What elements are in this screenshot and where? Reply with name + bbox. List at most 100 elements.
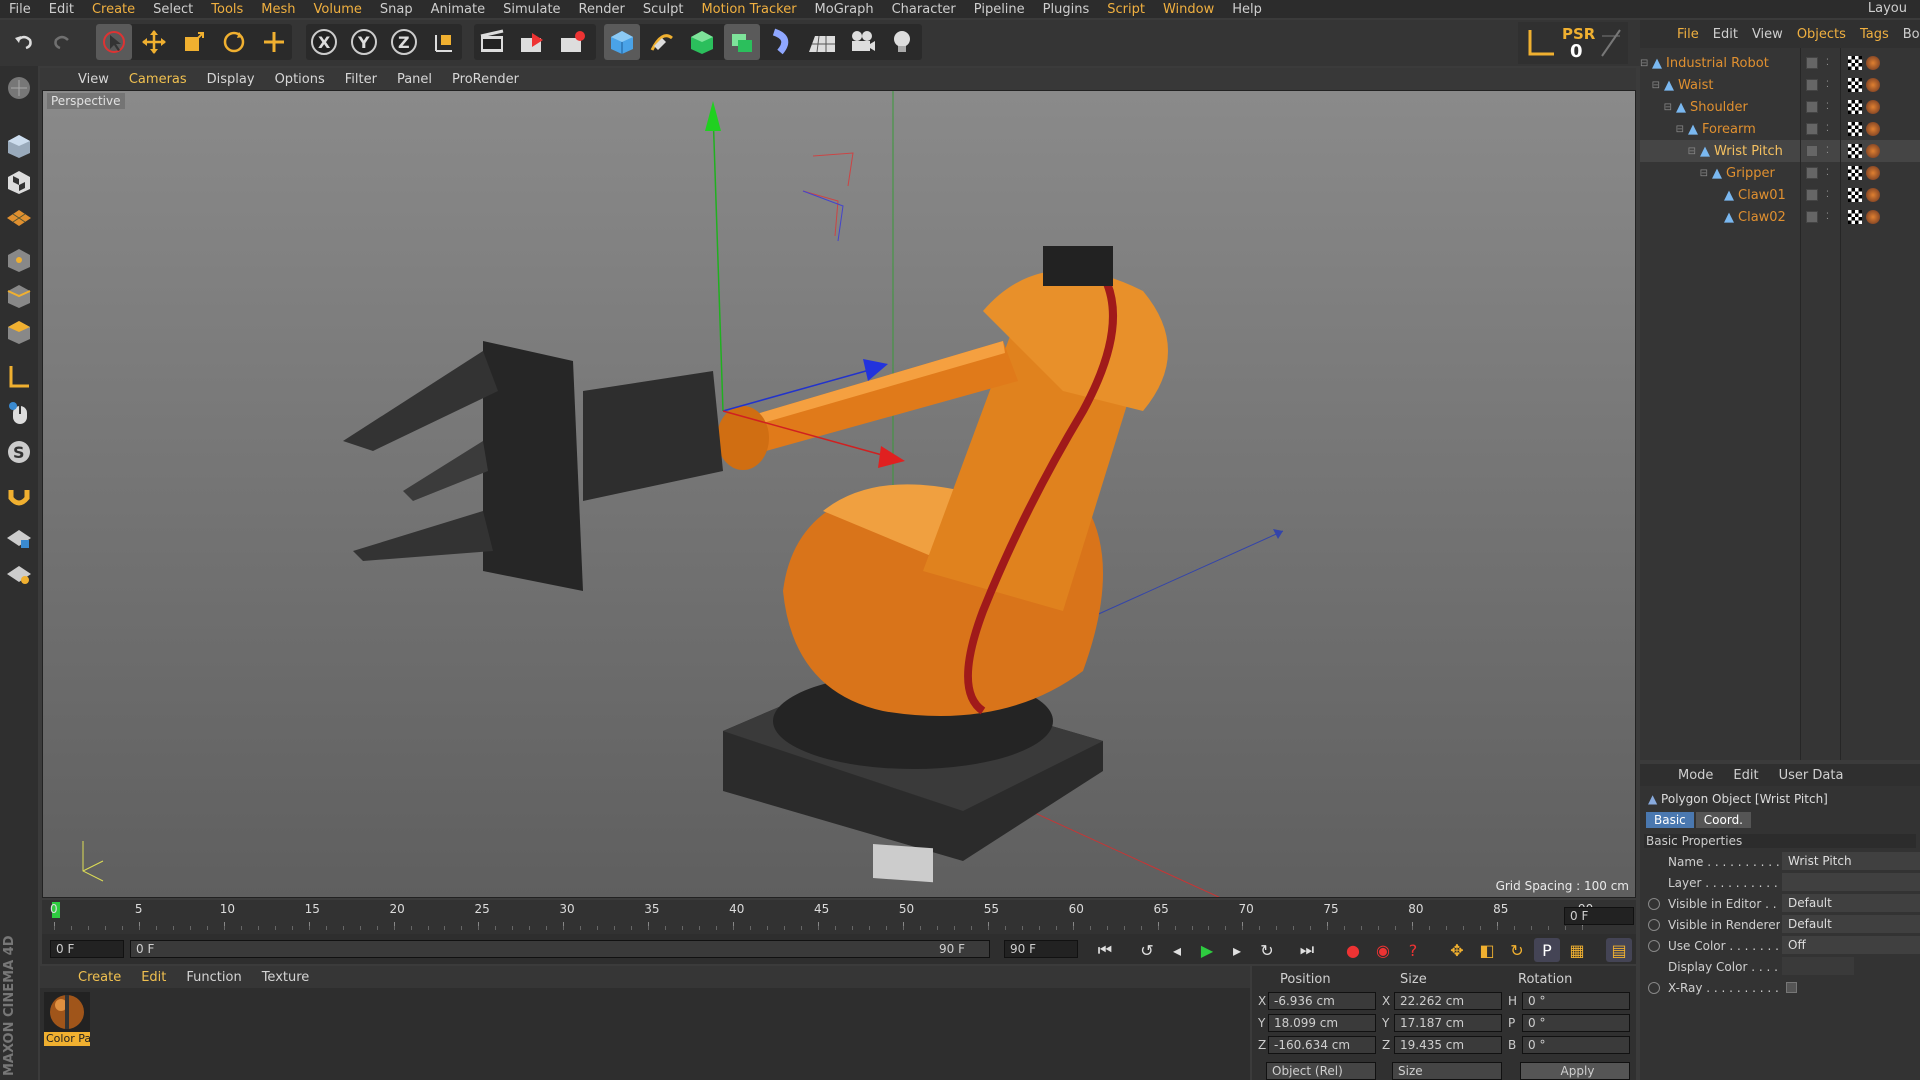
tree-expander-icon[interactable]: ⊟ (1640, 58, 1648, 69)
psr-widget[interactable]: PSR 0 (1518, 22, 1628, 64)
visibility-dots-icon[interactable]: ⁚ (1826, 124, 1829, 134)
render-view-icon[interactable] (474, 24, 510, 60)
end-frame-field[interactable]: 90 F (1004, 940, 1078, 958)
attribute-menu-edit[interactable]: Edit (1723, 768, 1768, 783)
animation-radio-icon[interactable] (1648, 940, 1660, 952)
material-sphere-tag-icon[interactable] (1866, 100, 1880, 114)
light-icon[interactable] (884, 24, 920, 60)
layer-toggle-icon[interactable] (1806, 145, 1818, 157)
timeline-window-icon[interactable]: ▤ (1606, 938, 1632, 962)
key-pla-icon[interactable]: ▦ (1564, 938, 1590, 962)
animation-radio-icon[interactable] (1648, 919, 1660, 931)
menu-snap[interactable]: Snap (371, 2, 422, 17)
display-color-swatch[interactable] (1782, 957, 1854, 975)
keyframe-selection-icon[interactable]: ? (1400, 938, 1426, 962)
workplane-icon[interactable] (3, 202, 35, 234)
menu-motion-tracker[interactable]: Motion Tracker (692, 2, 805, 17)
material-sphere-tag-icon[interactable] (1866, 78, 1880, 92)
material-menu-texture[interactable]: Texture (252, 970, 320, 985)
layer-toggle-icon[interactable] (1806, 57, 1818, 69)
property-value-field[interactable]: Default (1782, 894, 1920, 912)
polygons-mode-icon[interactable] (3, 316, 35, 348)
key-parameter-icon[interactable]: P (1534, 938, 1560, 962)
cloner-icon[interactable] (724, 24, 760, 60)
object-row-gripper[interactable]: ⊟ ▲ Gripper ⁚ (1640, 162, 1920, 184)
y-axis-lock-icon[interactable]: Y (346, 24, 382, 60)
layer-toggle-icon[interactable] (1806, 101, 1818, 113)
material-label[interactable]: Color Pa (44, 1032, 90, 1046)
go-to-end-icon[interactable]: ⏭ (1294, 938, 1320, 962)
animation-radio-icon[interactable] (1648, 982, 1660, 994)
size-y-field[interactable]: 17.187 cm (1394, 1014, 1502, 1032)
key-rotation-icon[interactable]: ↻ (1504, 938, 1530, 962)
play-icon[interactable]: ▶ (1194, 938, 1220, 962)
edges-mode-icon[interactable] (3, 280, 35, 312)
coordinate-mode-select[interactable]: Object (Rel) (1266, 1062, 1376, 1080)
tree-expander-icon[interactable]: ⊟ (1640, 146, 1696, 157)
object-menu-objects[interactable]: Objects (1790, 27, 1853, 42)
menu-simulate[interactable]: Simulate (494, 2, 569, 17)
layer-toggle-icon[interactable] (1806, 79, 1818, 91)
material-sphere-tag-icon[interactable] (1866, 122, 1880, 136)
tab-coord[interactable]: Coord. (1695, 812, 1751, 828)
menu-help[interactable]: Help (1223, 2, 1271, 17)
material-menu-create[interactable]: Create (68, 970, 131, 985)
deformer-icon[interactable] (764, 24, 800, 60)
object-menu-view[interactable]: View (1745, 27, 1790, 42)
rotation-p-field[interactable]: 0 ° (1522, 1014, 1630, 1032)
layer-toggle-icon[interactable] (1806, 189, 1818, 201)
object-row-waist[interactable]: ⊟ ▲ Waist ⁚ (1640, 74, 1920, 96)
position-z-field[interactable]: -160.634 cm (1268, 1036, 1376, 1054)
tree-expander-icon[interactable]: ⊟ (1640, 80, 1660, 91)
material-tag-icon[interactable] (1848, 144, 1862, 158)
viewport-menu-prorender[interactable]: ProRender (442, 72, 529, 87)
go-to-start-icon[interactable]: ⏮ (1092, 938, 1118, 962)
previous-frame-icon[interactable]: ◂ (1164, 938, 1190, 962)
object-row-claw02[interactable]: ▲ Claw02 ⁚ (1640, 206, 1920, 228)
material-thumbnail[interactable] (44, 992, 90, 1032)
select-tool-icon[interactable] (96, 24, 132, 60)
scale-tool-icon[interactable] (176, 24, 212, 60)
viewport-menu-display[interactable]: Display (197, 72, 265, 87)
menu-animate[interactable]: Animate (422, 2, 494, 17)
pen-spline-icon[interactable] (644, 24, 680, 60)
rotation-h-field[interactable]: 0 ° (1522, 992, 1630, 1010)
camera-icon[interactable] (844, 24, 880, 60)
menu-sculpt[interactable]: Sculpt (634, 2, 693, 17)
rotation-b-field[interactable]: 0 ° (1522, 1036, 1630, 1054)
material-sphere-tag-icon[interactable] (1866, 56, 1880, 70)
material-tag-icon[interactable] (1848, 166, 1862, 180)
visibility-dots-icon[interactable]: ⁚ (1826, 212, 1829, 222)
tree-expander-icon[interactable]: ⊟ (1640, 124, 1684, 135)
floor-scene-icon[interactable] (804, 24, 840, 60)
visibility-dots-icon[interactable]: ⁚ (1826, 58, 1829, 68)
menu-pipeline[interactable]: Pipeline (965, 2, 1034, 17)
z-axis-lock-icon[interactable]: Z (386, 24, 422, 60)
property-value-field[interactable]: Wrist Pitch (1782, 852, 1920, 870)
xray-checkbox[interactable] (1786, 982, 1797, 993)
magnet-icon[interactable] (3, 480, 35, 512)
menu-select[interactable]: Select (144, 2, 202, 17)
material-sphere-tag-icon[interactable] (1866, 144, 1880, 158)
live-select-icon[interactable] (256, 24, 292, 60)
menu-plugins[interactable]: Plugins (1034, 2, 1099, 17)
viewport-menu-filter[interactable]: Filter (335, 72, 387, 87)
layout-selector[interactable]: Layou (1859, 1, 1916, 16)
material-sphere-tag-icon[interactable] (1866, 188, 1880, 202)
object-row-claw01[interactable]: ▲ Claw01 ⁚ (1640, 184, 1920, 206)
undo-icon[interactable] (6, 24, 42, 60)
timeline-ruler[interactable]: 051015202530354045505560657075808590 0 F (42, 900, 1636, 934)
object-menu-tags[interactable]: Tags (1853, 27, 1896, 42)
menu-mesh[interactable]: Mesh (252, 2, 304, 17)
menu-render[interactable]: Render (570, 2, 634, 17)
autokey-icon[interactable]: ◉ (1370, 938, 1396, 962)
key-position-icon[interactable]: ✥ (1444, 938, 1470, 962)
coordinate-system-icon[interactable] (426, 24, 462, 60)
layer-toggle-icon[interactable] (1806, 123, 1818, 135)
next-frame-icon[interactable]: ▸ (1224, 938, 1250, 962)
start-frame-field[interactable]: 0 F (50, 940, 124, 958)
position-y-field[interactable]: 18.099 cm (1268, 1014, 1376, 1032)
menu-window[interactable]: Window (1154, 2, 1223, 17)
menu-tools[interactable]: Tools (202, 2, 252, 17)
layer-toggle-icon[interactable] (1806, 211, 1818, 223)
